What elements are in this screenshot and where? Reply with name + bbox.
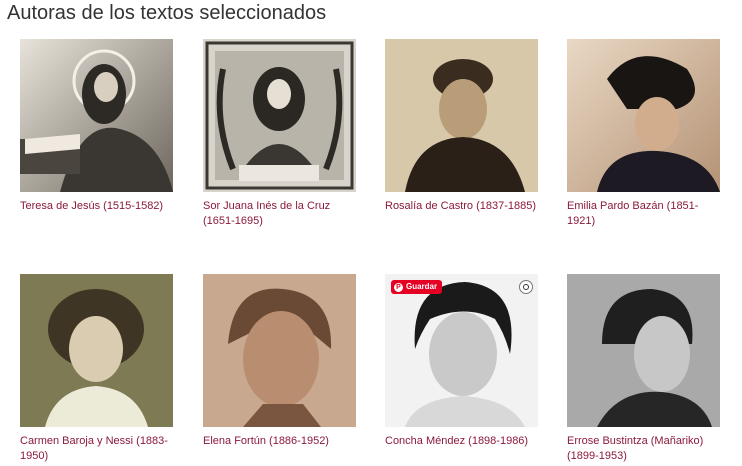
page-title: Autoras de los textos seleccionados — [7, 2, 327, 24]
author-card-emilia[interactable]: Emilia Pardo Bazán (1851-1921) — [567, 39, 721, 229]
photo-image — [385, 39, 538, 192]
author-card-rosalia[interactable]: Rosalía de Castro (1837-1885) — [385, 39, 539, 214]
pinterest-save-button[interactable]: P Guardar — [391, 280, 443, 294]
author-card-errose[interactable]: Errose Bustintza (Mañariko) (1899-1953) — [567, 274, 721, 464]
photo-image — [567, 39, 720, 192]
author-link[interactable]: Emilia Pardo Bazán (1851-1921) — [567, 199, 721, 229]
portrait-elena-fortun[interactable] — [203, 274, 356, 427]
portrait-teresa-de-jesus[interactable] — [20, 39, 173, 192]
author-link[interactable]: Teresa de Jesús (1515-1582) — [20, 199, 174, 214]
engraving-image — [203, 39, 356, 192]
photo-image — [385, 274, 538, 427]
author-link[interactable]: Concha Méndez (1898-1986) — [385, 434, 539, 449]
portrait-errose-bustintza[interactable] — [567, 274, 720, 427]
author-link[interactable]: Errose Bustintza (Mañariko) (1899-1953) — [567, 434, 721, 464]
engraving-image — [20, 39, 173, 192]
photo-image — [203, 274, 356, 427]
save-label: Guardar — [406, 282, 438, 291]
author-card-sor-juana[interactable]: Sor Juana Inés de la Cruz (1651-1695) — [203, 39, 357, 229]
photo-image — [567, 274, 720, 427]
author-link[interactable]: Carmen Baroja y Nessi (1883-1950) — [20, 434, 174, 464]
portrait-concha-mendez[interactable]: P Guardar — [385, 274, 538, 427]
author-card-elena[interactable]: Elena Fortún (1886-1952) — [203, 274, 357, 449]
author-card-carmen[interactable]: Carmen Baroja y Nessi (1883-1950) — [20, 274, 174, 464]
portrait-carmen-baroja[interactable] — [20, 274, 173, 427]
author-link[interactable]: Rosalía de Castro (1837-1885) — [385, 199, 539, 214]
visual-search-icon[interactable] — [519, 280, 533, 294]
author-link[interactable]: Elena Fortún (1886-1952) — [203, 434, 357, 449]
author-card-teresa[interactable]: Teresa de Jesús (1515-1582) — [20, 39, 174, 214]
portrait-rosalia-de-castro[interactable] — [385, 39, 538, 192]
portrait-sor-juana[interactable] — [203, 39, 356, 192]
pinterest-icon: P — [394, 282, 403, 292]
author-card-concha[interactable]: P Guardar Concha Méndez (1898-1986) — [385, 274, 539, 449]
author-link[interactable]: Sor Juana Inés de la Cruz (1651-1695) — [203, 199, 357, 229]
portrait-emilia-pardo-bazan[interactable] — [567, 39, 720, 192]
photo-image — [20, 274, 173, 427]
